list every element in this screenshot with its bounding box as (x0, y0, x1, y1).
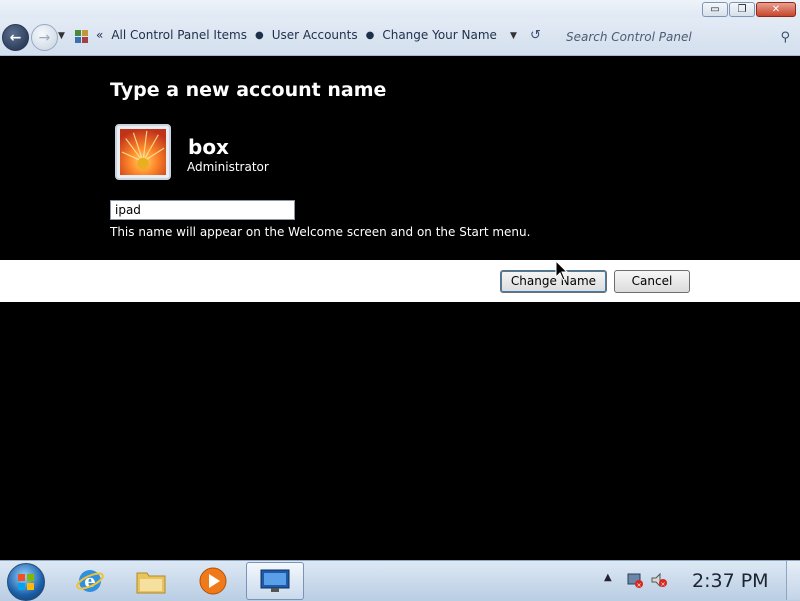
search-box[interactable]: Search Control Panel ⚲ (560, 27, 796, 47)
breadcrumb-separator: ● (365, 29, 375, 41)
action-center-icon[interactable]: × (626, 571, 644, 589)
flower-picture-icon (120, 129, 166, 175)
cancel-button[interactable]: Cancel (614, 270, 690, 293)
breadcrumb-change-your-name[interactable]: Change Your Name (382, 28, 497, 42)
search-icon[interactable]: ⚲ (780, 30, 790, 45)
new-account-name-input[interactable] (110, 200, 295, 220)
taskbar-windows-explorer[interactable] (125, 562, 177, 600)
window-title-bar: ▭ ❐ ✕ (0, 0, 800, 18)
name-hint-text: This name will appear on the Welcome scr… (110, 225, 531, 239)
show-hidden-icons-button[interactable]: ▲ (604, 572, 612, 583)
breadcrumb-user-accounts[interactable]: User Accounts (272, 28, 358, 42)
back-button[interactable]: ← (2, 24, 29, 51)
back-arrow-icon: ← (9, 29, 22, 46)
control-panel-icon (260, 569, 290, 592)
recent-pages-dropdown[interactable]: ▼ (58, 31, 65, 41)
minimize-button[interactable]: ▭ (702, 2, 728, 17)
breadcrumb-all-control-panel-items[interactable]: All Control Panel Items (111, 28, 247, 42)
close-button[interactable]: ✕ (756, 2, 796, 17)
user-avatar (115, 124, 171, 180)
taskbar-control-panel[interactable] (246, 562, 304, 600)
windows-logo-icon (18, 574, 34, 590)
taskbar-clock[interactable]: 2:37 PM (692, 570, 769, 592)
breadcrumb: « All Control Panel Items ● User Account… (96, 28, 497, 42)
search-input[interactable]: Search Control Panel (566, 30, 692, 44)
mouse-pointer-icon (555, 260, 569, 281)
refresh-icon: ↺ (530, 28, 541, 43)
media-player-icon (199, 567, 227, 595)
svg-text:×: × (636, 582, 641, 589)
taskbar-media-player[interactable] (187, 562, 239, 600)
navigation-bar: ← → ▼ « All Control Panel Items ● User A… (0, 18, 800, 56)
show-desktop-button[interactable] (786, 561, 800, 600)
taskbar: e (0, 560, 800, 601)
window-controls: ▭ ❐ ✕ (702, 2, 796, 17)
refresh-button[interactable]: ↺ (530, 28, 541, 43)
forward-arrow-icon: → (38, 29, 51, 46)
address-dropdown[interactable]: ▼ (510, 31, 517, 41)
page-title: Type a new account name (110, 79, 387, 101)
volume-muted-icon[interactable]: × (650, 571, 668, 589)
taskbar-internet-explorer[interactable]: e (64, 562, 116, 600)
account-type: Administrator (187, 160, 269, 174)
breadcrumb-overflow[interactable]: « (96, 28, 103, 42)
change-name-button[interactable]: Change Name (500, 270, 607, 293)
start-button[interactable] (7, 563, 45, 601)
maximize-button[interactable]: ❐ (729, 2, 755, 17)
account-name: box (188, 135, 229, 159)
internet-explorer-icon: e (76, 570, 104, 592)
control-panel-icon (75, 30, 88, 43)
svg-text:×: × (660, 581, 665, 588)
forward-button[interactable]: → (31, 24, 58, 51)
breadcrumb-separator: ● (254, 29, 264, 41)
folder-icon (136, 572, 166, 594)
